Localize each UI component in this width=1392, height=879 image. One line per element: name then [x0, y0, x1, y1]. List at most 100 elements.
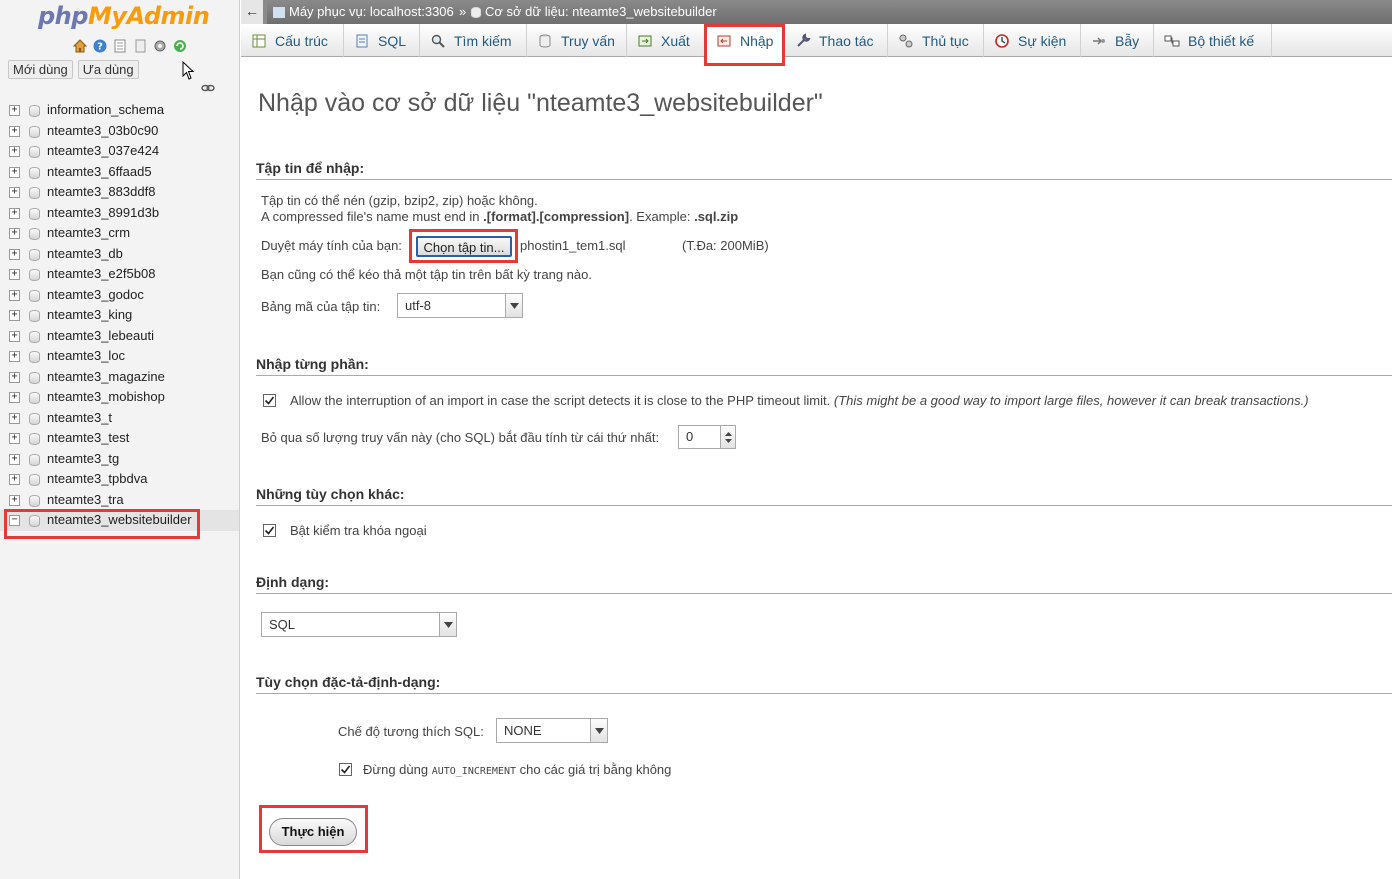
database-name[interactable]: nteamte3_tg — [47, 449, 119, 470]
expand-icon[interactable]: + — [9, 330, 20, 342]
sidebar-item-database[interactable]: + nteamte3_6ffaad5 — [0, 162, 239, 183]
expand-icon[interactable]: + — [9, 351, 20, 362]
collapse-icon[interactable]: − — [9, 515, 20, 526]
sidebar-item-database[interactable]: + nteamte3_03b0c90 — [0, 121, 239, 142]
choose-file-button[interactable]: Chọn tập tin... — [416, 236, 512, 257]
database-name[interactable]: nteamte3_crm — [47, 223, 130, 244]
database-name[interactable]: nteamte3_mobishop — [47, 387, 165, 408]
expand-icon[interactable]: + — [9, 494, 20, 506]
sidebar-item-database[interactable]: − nteamte3_websitebuilder — [0, 510, 239, 531]
expand-icon[interactable]: + — [9, 433, 20, 444]
tab-events[interactable]: Sự kiện — [984, 24, 1081, 57]
go-button[interactable]: Thực hiện — [269, 818, 357, 846]
settings-icon[interactable] — [152, 38, 168, 54]
database-icon — [29, 392, 40, 404]
expand-icon[interactable]: + — [9, 248, 20, 260]
database-name[interactable]: nteamte3_test — [47, 428, 129, 449]
expand-icon[interactable]: + — [9, 166, 20, 178]
expand-icon[interactable]: + — [9, 146, 20, 157]
database-name[interactable]: nteamte3_t — [47, 408, 112, 429]
expand-icon[interactable]: + — [9, 474, 20, 485]
breadcrumb-server[interactable]: Máy phục vụ: localhost:3306 — [273, 0, 454, 24]
autoinc-prefix: Đừng dùng — [363, 762, 432, 777]
database-name[interactable]: nteamte3_e2f5b08 — [47, 264, 155, 285]
expand-icon[interactable]: + — [9, 289, 20, 301]
database-name[interactable]: nteamte3_lebeauti — [47, 326, 154, 347]
foreign-key-checks-checkbox[interactable] — [263, 524, 276, 537]
charset-select[interactable]: utf-8 — [397, 293, 523, 318]
sidebar-item-database[interactable]: + nteamte3_godoc — [0, 285, 239, 306]
database-name[interactable]: nteamte3_037e424 — [47, 141, 159, 162]
sidebar-item-database[interactable]: + nteamte3_magazine — [0, 367, 239, 388]
expand-icon[interactable]: + — [9, 125, 20, 137]
database-name[interactable]: nteamte3_883ddf8 — [47, 182, 155, 203]
database-name[interactable]: nteamte3_03b0c90 — [47, 121, 158, 142]
database-name[interactable]: nteamte3_loc — [47, 346, 125, 367]
expand-icon[interactable]: + — [9, 453, 20, 465]
database-name[interactable]: nteamte3_magazine — [47, 367, 165, 388]
sidebar-item-database[interactable]: + nteamte3_loc — [0, 346, 239, 367]
database-name[interactable]: nteamte3_tpbdva — [47, 469, 147, 490]
allow-interrupt-checkbox[interactable] — [263, 394, 276, 407]
collapse-nav-arrow-icon[interactable]: ← — [241, 0, 267, 24]
expand-icon[interactable]: + — [9, 371, 20, 383]
sidebar-item-database[interactable]: + nteamte3_e2f5b08 — [0, 264, 239, 285]
tab-import[interactable]: Nhập — [705, 24, 785, 57]
breadcrumb-database[interactable]: Cơ sở dữ liệu: nteamte3_websitebuilder — [471, 0, 717, 24]
sql-compat-select[interactable]: NONE — [496, 718, 608, 743]
tab-query[interactable]: Truy vấn — [527, 24, 627, 57]
expand-icon[interactable]: + — [9, 412, 20, 424]
database-name[interactable]: nteamte3_db — [47, 244, 123, 265]
expand-icon[interactable]: + — [9, 269, 20, 280]
sidebar-item-database[interactable]: + nteamte3_lebeauti — [0, 326, 239, 347]
sidebar-item-database[interactable]: + nteamte3_tra — [0, 490, 239, 511]
sidebar-item-database[interactable]: + nteamte3_mobishop — [0, 387, 239, 408]
tab-export[interactable]: Xuất — [627, 24, 705, 57]
sidebar-item-database[interactable]: + nteamte3_8991d3b — [0, 203, 239, 224]
format-select[interactable]: SQL — [261, 612, 457, 637]
tab-search[interactable]: Tìm kiếm — [420, 24, 527, 57]
link-with-main-icon[interactable] — [201, 82, 215, 96]
sidebar-item-database[interactable]: + nteamte3_t — [0, 408, 239, 429]
tab-designer[interactable]: Bộ thiết kế — [1154, 24, 1272, 57]
nav-tab-recent[interactable]: Mới dùng — [8, 60, 73, 79]
number-spinner-icon[interactable] — [720, 426, 735, 448]
skip-queries-input[interactable]: 0 — [678, 425, 736, 449]
database-name[interactable]: nteamte3_8991d3b — [47, 203, 159, 224]
expand-icon[interactable]: + — [9, 105, 20, 116]
docs-icon[interactable] — [112, 38, 128, 54]
database-icon — [29, 207, 40, 220]
docs-alt-icon[interactable] — [132, 38, 148, 54]
tab-operations[interactable]: Thao tác — [785, 24, 888, 57]
expand-icon[interactable]: + — [9, 228, 20, 239]
nav-tab-favorites[interactable]: Ưa dùng — [77, 60, 139, 79]
tab-triggers[interactable]: Bẫy — [1081, 24, 1154, 57]
expand-icon[interactable]: + — [9, 187, 20, 198]
database-name[interactable]: nteamte3_godoc — [47, 285, 144, 306]
sidebar-item-database[interactable]: + nteamte3_test — [0, 428, 239, 449]
no-auto-value-on-zero-checkbox[interactable] — [339, 763, 352, 776]
reload-icon[interactable] — [172, 38, 188, 54]
expand-icon[interactable]: + — [9, 207, 20, 219]
expand-icon[interactable]: + — [9, 392, 20, 403]
database-name[interactable]: information_schema — [47, 100, 164, 121]
tab-structure[interactable]: Cấu trúc — [241, 24, 344, 57]
tab-routines[interactable]: Thủ tục — [888, 24, 984, 57]
sidebar-item-database[interactable]: + nteamte3_037e424 — [0, 141, 239, 162]
sidebar-item-database[interactable]: + nteamte3_883ddf8 — [0, 182, 239, 203]
expand-icon[interactable]: + — [9, 310, 20, 321]
sidebar-item-database[interactable]: + nteamte3_db — [0, 244, 239, 265]
sidebar-item-database[interactable]: + nteamte3_tg — [0, 449, 239, 470]
database-name[interactable]: nteamte3_websitebuilder — [47, 510, 192, 531]
sidebar-item-database[interactable]: + information_schema — [0, 100, 239, 121]
help-icon[interactable]: ? — [92, 38, 108, 54]
phpmyadmin-logo[interactable]: phpMyAdmin — [38, 2, 210, 30]
sidebar-item-database[interactable]: + nteamte3_crm — [0, 223, 239, 244]
home-icon[interactable] — [72, 38, 88, 54]
tab-sql[interactable]: SQL — [344, 24, 420, 57]
database-name[interactable]: nteamte3_king — [47, 305, 132, 326]
sidebar-item-database[interactable]: + nteamte3_king — [0, 305, 239, 326]
database-name[interactable]: nteamte3_tra — [47, 490, 124, 511]
sidebar-item-database[interactable]: + nteamte3_tpbdva — [0, 469, 239, 490]
database-name[interactable]: nteamte3_6ffaad5 — [47, 162, 152, 183]
